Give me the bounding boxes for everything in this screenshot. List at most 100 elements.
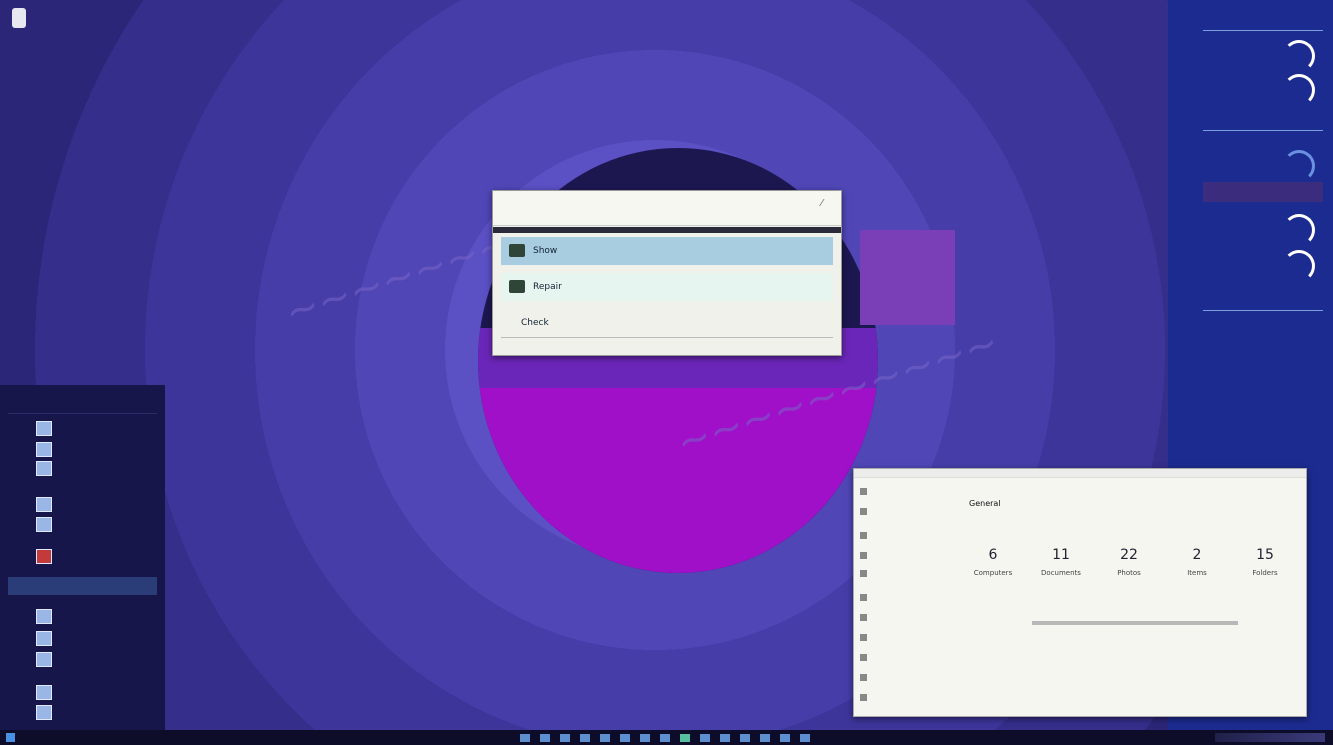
item-icon — [860, 532, 867, 539]
sidebar-item[interactable] — [860, 673, 930, 687]
count-value: 2 — [1192, 547, 1202, 563]
count-value: 11 — [1052, 547, 1070, 563]
taskbar — [0, 730, 1333, 745]
start-menu-item[interactable] — [8, 629, 157, 647]
item-icon — [860, 508, 867, 515]
count-label: Documents — [1041, 569, 1081, 577]
start-menu-header — [8, 403, 157, 414]
start-menu-item-selected[interactable] — [8, 577, 157, 595]
sidebar-item[interactable] — [860, 569, 930, 583]
taskbar-app-icon[interactable] — [800, 734, 810, 742]
taskbar-app-icon[interactable] — [700, 734, 710, 742]
taskbar-app-icon[interactable] — [680, 734, 690, 742]
start-menu-item[interactable] — [8, 459, 157, 477]
widget-row-highlight[interactable] — [1203, 182, 1323, 202]
close-icon[interactable]: ⁄ — [821, 199, 831, 209]
dialog-titlebar — [493, 191, 841, 226]
properties-titlebar — [854, 469, 1306, 478]
count-documents: 11 Documents — [1038, 547, 1084, 577]
app-icon — [36, 497, 52, 512]
taskbar-app-icon[interactable] — [640, 734, 650, 742]
start-menu-item[interactable] — [8, 683, 157, 701]
app-icon — [36, 609, 52, 624]
wallpaper-circle-magenta — [478, 383, 878, 573]
swoosh-icon — [1283, 250, 1315, 282]
taskbar-app-icon[interactable] — [520, 734, 530, 742]
taskbar-app-icon[interactable] — [780, 734, 790, 742]
taskbar-app-icon[interactable] — [580, 734, 590, 742]
option-check[interactable]: Check — [501, 309, 833, 338]
sidebar-item[interactable] — [860, 633, 930, 647]
properties-window: General 6 Computers 11 Documents 22 Phot… — [853, 468, 1307, 717]
start-menu-item[interactable] — [8, 419, 157, 437]
count-value: 6 — [988, 547, 998, 563]
sidebar-item[interactable] — [860, 613, 930, 627]
count-value: 22 — [1120, 547, 1138, 563]
sidebar-item[interactable] — [860, 507, 930, 521]
start-menu-item[interactable] — [8, 703, 157, 721]
item-icon — [860, 654, 867, 661]
option-show[interactable]: Show — [501, 237, 833, 265]
progress-fill — [1032, 621, 1238, 625]
taskbar-app-icon[interactable] — [620, 734, 630, 742]
start-menu-item[interactable] — [8, 515, 157, 533]
sidebar-item[interactable] — [860, 487, 930, 501]
sidebar-item[interactable] — [860, 531, 930, 545]
app-icon — [36, 421, 52, 436]
drive-icon — [509, 280, 525, 293]
item-icon — [860, 694, 867, 701]
swoosh-icon — [1283, 214, 1315, 246]
sidebar-item[interactable] — [860, 593, 930, 607]
app-icon — [36, 517, 52, 532]
start-menu-item[interactable] — [8, 650, 157, 668]
properties-heading: General — [969, 499, 1001, 508]
app-icon — [36, 442, 52, 457]
dialog-dark-strip — [493, 227, 841, 233]
count-folders: 15 Folders — [1242, 547, 1288, 577]
option-label: Check — [521, 318, 549, 328]
swoosh-icon — [1283, 150, 1315, 182]
taskbar-app-icon[interactable] — [560, 734, 570, 742]
start-menu-item[interactable] — [8, 495, 157, 513]
sidebar-item[interactable] — [860, 693, 930, 707]
widget-row[interactable] — [1203, 110, 1323, 131]
start-menu-item[interactable] — [8, 607, 157, 625]
start-menu-item[interactable] — [8, 547, 157, 565]
progress-bar — [1032, 621, 1238, 625]
option-repair[interactable]: Repair — [501, 273, 833, 301]
app-icon — [36, 631, 52, 646]
system-tray[interactable] — [1215, 733, 1325, 742]
taskbar-app-icon[interactable] — [740, 734, 750, 742]
drive-icon — [509, 244, 525, 257]
recycle-bin-icon[interactable] — [12, 8, 26, 28]
taskbar-app-icon[interactable] — [540, 734, 550, 742]
option-label: Repair — [533, 282, 562, 292]
count-photos: 22 Photos — [1106, 547, 1152, 577]
wallpaper-pink-patch — [860, 230, 955, 325]
taskbar-app-icon[interactable] — [760, 734, 770, 742]
sidebar-item[interactable] — [860, 653, 930, 667]
swoosh-icon — [1283, 74, 1315, 106]
item-icon — [860, 552, 867, 559]
taskbar-app-icon[interactable] — [600, 734, 610, 742]
count-label: Items — [1187, 569, 1207, 577]
count-label: Computers — [973, 569, 1013, 577]
item-icon — [860, 594, 867, 601]
start-button[interactable] — [6, 733, 15, 742]
app-icon — [36, 652, 52, 667]
taskbar-app-icon[interactable] — [720, 734, 730, 742]
count-items: 2 Items — [1174, 547, 1220, 577]
item-icon — [860, 634, 867, 641]
sidebar-item[interactable] — [860, 551, 930, 565]
app-icon — [36, 685, 52, 700]
taskbar-app-icon[interactable] — [660, 734, 670, 742]
start-menu-item[interactable] — [8, 440, 157, 458]
item-icon — [860, 674, 867, 681]
count-value: 15 — [1256, 547, 1274, 563]
widget-row[interactable] — [1203, 290, 1323, 311]
app-icon — [36, 705, 52, 720]
widget-row[interactable] — [1203, 10, 1323, 31]
swoosh-icon — [1283, 40, 1315, 72]
count-label: Photos — [1117, 569, 1141, 577]
app-icon — [36, 461, 52, 476]
